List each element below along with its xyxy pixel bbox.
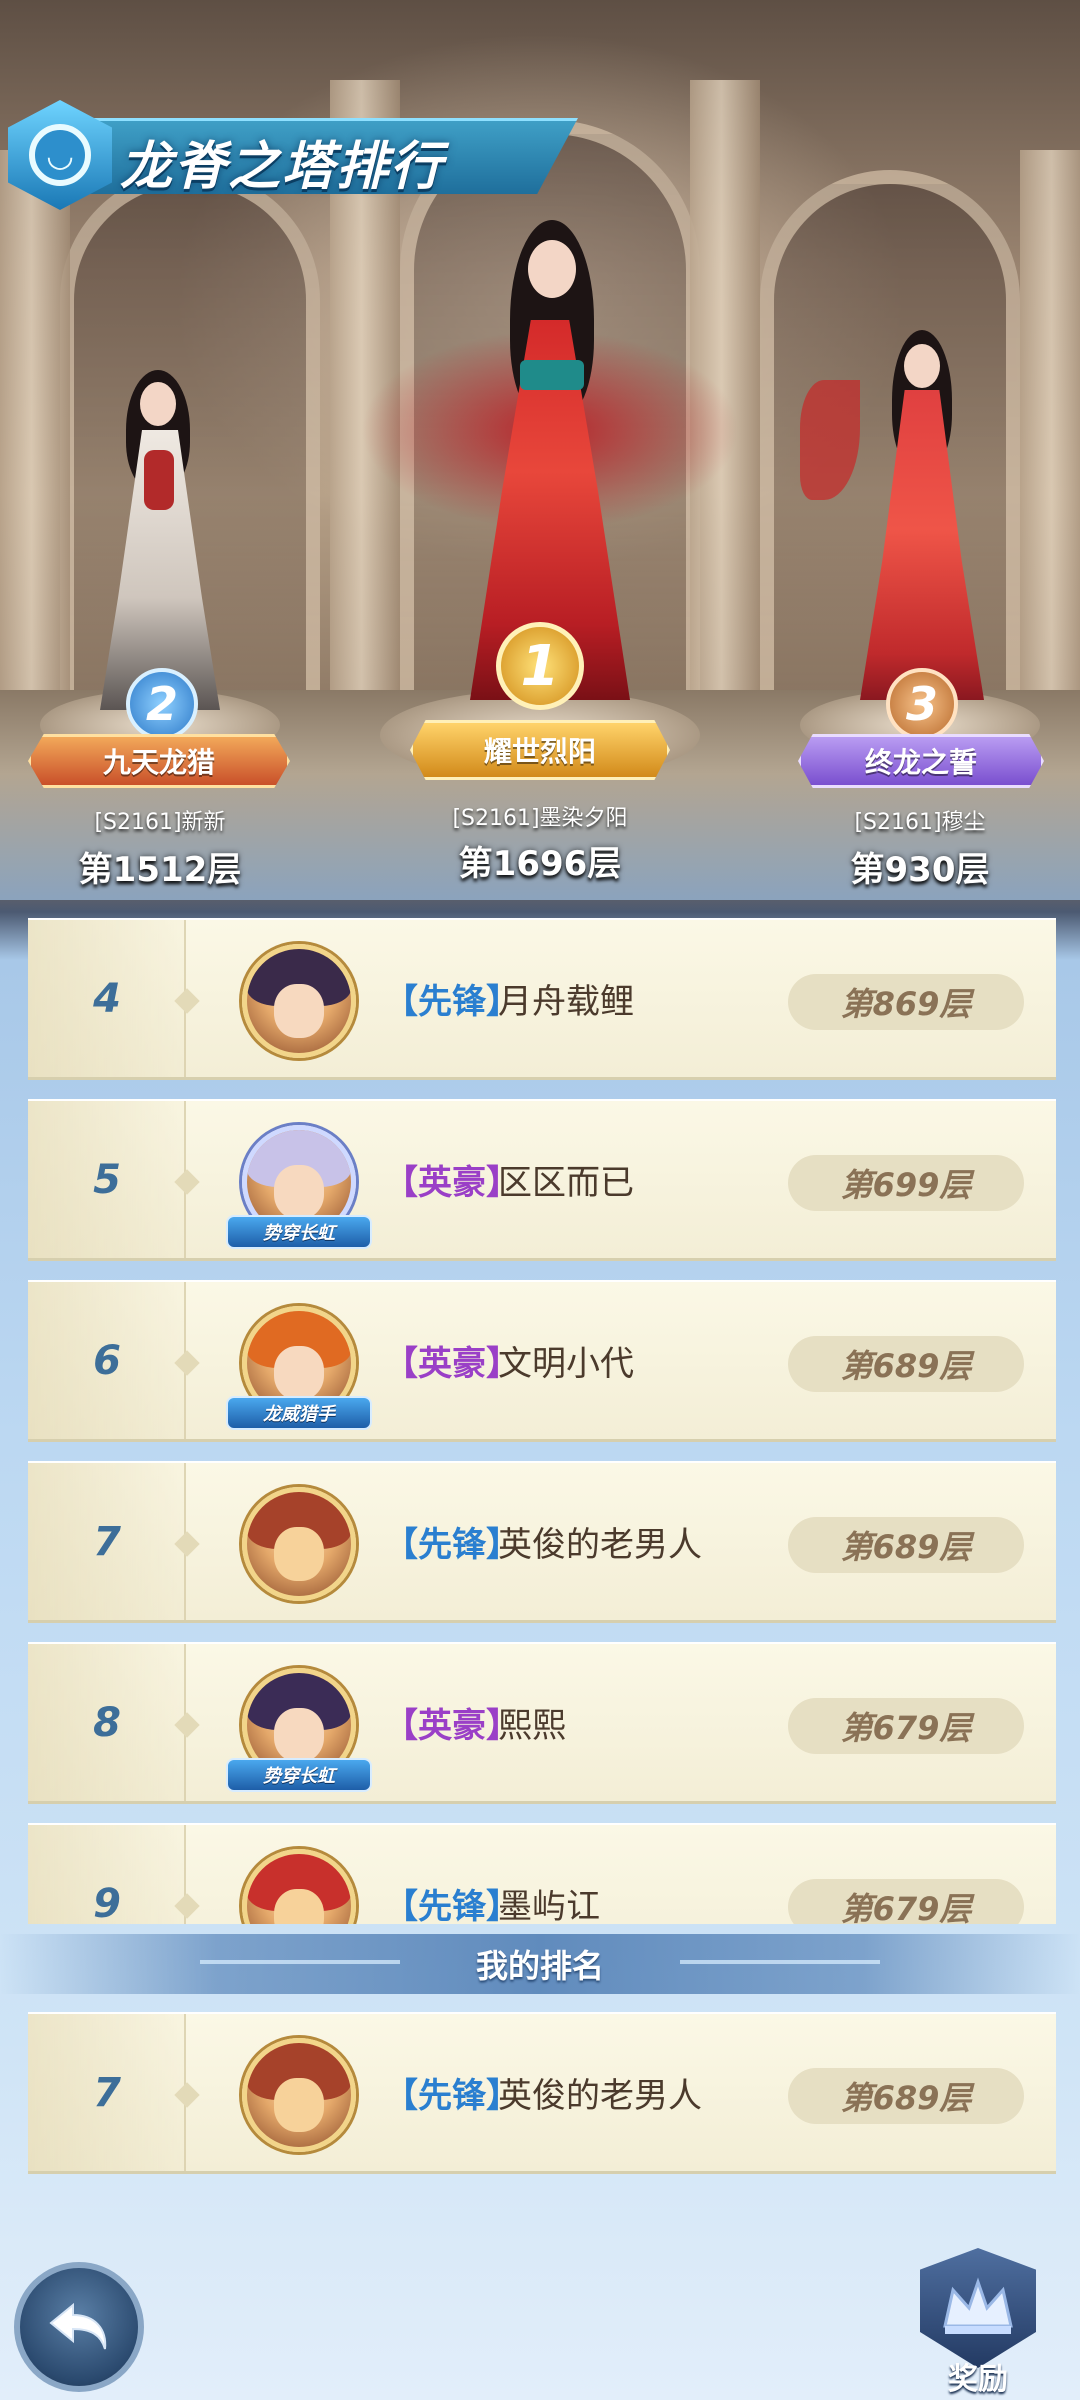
player-avatar[interactable] xyxy=(242,944,356,1058)
page-title: 龙脊之塔排行 xyxy=(120,137,445,197)
player-name: 文明小代 xyxy=(498,1344,634,1384)
podium-name-third: [S2161]穆尘 xyxy=(854,810,986,835)
reward-crown-icon xyxy=(920,2248,1036,2368)
character-third-place[interactable] xyxy=(800,320,1040,720)
ranking-row[interactable]: 8 势穿长虹 【英豪】 熙熙 第679层 xyxy=(28,1642,1056,1804)
player-name: 墨屿讧 xyxy=(498,1887,600,1924)
ranking-row[interactable]: 7 【先锋】 英俊的老男人 第689层 xyxy=(28,1461,1056,1623)
back-button[interactable] xyxy=(14,2262,144,2392)
player-avatar[interactable] xyxy=(242,1849,356,1924)
podium-title-first: 耀世烈阳 xyxy=(410,720,670,780)
my-rank-number: 7 xyxy=(93,2069,121,2116)
rank-3-medal-icon: 3 xyxy=(886,668,958,740)
ranking-row[interactable]: 6 龙威猎手 【英豪】 文明小代 第689层 xyxy=(28,1280,1056,1442)
podium-title-second: 九天龙猎 xyxy=(28,734,290,788)
rank-number: 5 xyxy=(93,1156,121,1203)
podium-floor-second: 第1512层 xyxy=(78,850,242,890)
avatar-title-badge: 势穿长虹 xyxy=(226,1215,372,1249)
avatar-title-badge: 龙威猎手 xyxy=(226,1396,372,1430)
rank-number: 9 xyxy=(93,1880,121,1925)
ranking-row[interactable]: 4 【先锋】 月舟载鲤 第869层 xyxy=(28,918,1056,1080)
rank-number: 4 xyxy=(93,975,121,1022)
character-second-place[interactable] xyxy=(60,360,260,720)
player-name: 月舟载鲤 xyxy=(498,982,634,1022)
player-floor: 第689层 xyxy=(788,1517,1024,1573)
ranking-title-banner: ◡ 龙脊之塔排行 xyxy=(8,100,588,210)
rank-1-medal-icon: 1 xyxy=(496,622,584,710)
reward-label: 奖励 xyxy=(948,2362,1008,2397)
rank-number: 6 xyxy=(93,1337,121,1384)
my-ranking-header: 我的排名 xyxy=(0,1934,1080,1994)
player-floor: 第679层 xyxy=(788,1879,1024,1924)
rank-number: 7 xyxy=(93,1518,121,1565)
ranking-row[interactable]: 5 势穿长虹 【英豪】 区区而已 第699层 xyxy=(28,1099,1056,1261)
player-avatar[interactable] xyxy=(242,1487,356,1601)
player-floor: 第689层 xyxy=(788,1336,1024,1392)
player-floor: 第699层 xyxy=(788,1155,1024,1211)
player-name: 英俊的老男人 xyxy=(498,1525,702,1565)
reward-button[interactable]: 奖励 xyxy=(916,2248,1040,2397)
player-name: 熙熙 xyxy=(498,1706,566,1746)
player-floor: 第679层 xyxy=(788,1698,1024,1754)
rank-number: 8 xyxy=(93,1699,121,1746)
my-avatar[interactable] xyxy=(242,2038,356,2152)
podium-floor-third: 第930层 xyxy=(850,850,990,890)
ranking-list[interactable]: 4 【先锋】 月舟载鲤 第869层 5 势穿长虹 【英豪】 区区而已 第699层… xyxy=(28,918,1056,1924)
my-floor: 第689层 xyxy=(788,2068,1024,2124)
rank-2-medal-icon: 2 xyxy=(126,668,198,740)
my-ranking-label: 我的排名 xyxy=(475,1947,604,1985)
podium-title-third: 终龙之誓 xyxy=(798,734,1044,788)
avatar-title-badge: 势穿长虹 xyxy=(226,1758,372,1792)
my-ranking-row[interactable]: 7 【先锋】 英俊的老男人 第689层 xyxy=(28,2012,1056,2174)
podium-floor-first: 第1696层 xyxy=(458,844,622,884)
podium-name-first: [S2161]墨染夕阳 xyxy=(452,806,628,831)
player-floor: 第869层 xyxy=(788,974,1024,1030)
my-name: 英俊的老男人 xyxy=(498,2076,702,2116)
player-name: 区区而已 xyxy=(498,1163,634,1203)
ranking-row[interactable]: 9 【先锋】 墨屿讧 第679层 xyxy=(28,1823,1056,1924)
podium-name-second: [S2161]新新 xyxy=(94,810,226,835)
back-arrow-icon xyxy=(49,2302,107,2350)
